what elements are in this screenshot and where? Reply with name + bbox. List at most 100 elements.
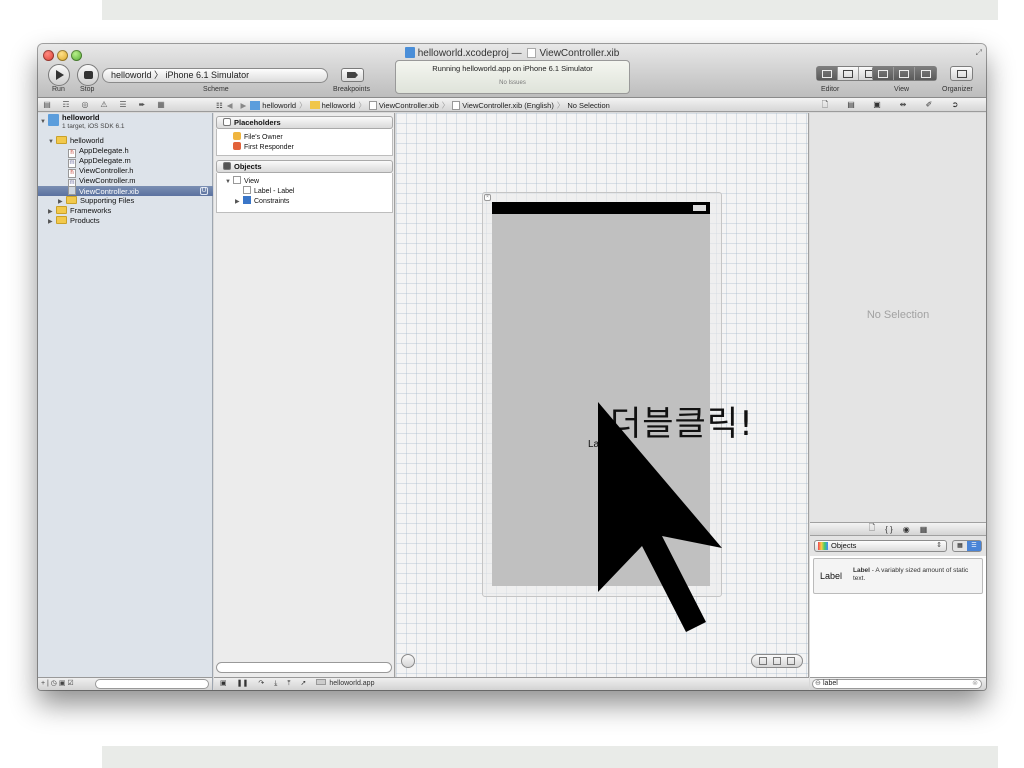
clear-filter-icon[interactable]: ⊗ [972, 680, 978, 688]
location-icon[interactable]: ➚ [300, 678, 306, 690]
tree-row-file[interactable]: m AppDelegate.m [38, 156, 213, 168]
tree-row-group[interactable]: ▶ Supporting Files [38, 196, 213, 206]
pause-icon[interactable]: ❚❚ [237, 678, 249, 690]
quick-help-icon[interactable]: ▤ [846, 100, 856, 109]
tree-row-file-selected[interactable]: ViewController.xib U [38, 186, 213, 196]
project-file-icon [404, 47, 415, 58]
debug-navigator-icon[interactable]: ☰ [118, 100, 128, 109]
crumb-file[interactable]: ViewController.xib [379, 101, 439, 110]
align-icon[interactable] [759, 657, 767, 665]
tree-row-group[interactable]: ▶ Products [38, 216, 213, 226]
disclosure-closed-icon[interactable]: ▶ [48, 217, 56, 227]
standard-editor-button[interactable] [817, 67, 838, 80]
issue-navigator-icon[interactable]: ⚠ [99, 100, 109, 109]
related-items-icon[interactable]: ☷ [216, 101, 223, 110]
connections-inspector-icon[interactable]: ➲ [950, 100, 960, 109]
run-label: Run [52, 86, 65, 93]
navigator-footer-buttons[interactable]: + | ◷ ▣ ☑ [41, 680, 74, 687]
assistant-editor-button[interactable] [838, 67, 859, 80]
back-button[interactable]: ◀ [227, 101, 233, 110]
debug-app[interactable]: helloworld.app [316, 678, 374, 690]
crumb-localization[interactable]: ViewController.xib (English) [462, 101, 554, 110]
disclosure-open-icon[interactable]: ▼ [225, 177, 233, 187]
title-project: helloworld.xcodeproj [417, 48, 509, 59]
outline-filter-field[interactable] [216, 662, 392, 673]
tree-row-file[interactable]: h AppDelegate.h [38, 146, 213, 158]
tree-row-group[interactable]: ▼ helloworld [38, 136, 213, 146]
symbol-navigator-icon[interactable]: ☶ [61, 100, 71, 109]
breakpoints-button[interactable] [341, 68, 364, 82]
chevron-right-icon: 〉 [299, 100, 307, 110]
top-backdrop-bar [102, 0, 998, 20]
file-template-library-icon[interactable]: 🗋 [869, 522, 875, 536]
outline-item-first-responder[interactable]: First Responder [217, 142, 392, 152]
outline-item-files-owner[interactable]: File's Owner [217, 132, 392, 142]
xib-file-icon [527, 48, 537, 58]
library-filter-field[interactable]: ⊖ label ⊗ [812, 679, 982, 689]
view-segmented-control [872, 66, 937, 81]
size-inspector-icon[interactable]: ✐ [924, 100, 934, 109]
placeholders-section: File's Owner First Responder [216, 129, 393, 156]
disclosure-closed-icon[interactable]: ▶ [235, 197, 243, 207]
attributes-inspector-icon[interactable]: ⇹ [898, 100, 908, 109]
step-out-icon[interactable]: ⤒ [287, 678, 290, 690]
stop-button[interactable] [77, 64, 99, 86]
group-name: Frameworks [70, 206, 112, 215]
battery-icon [693, 205, 706, 211]
disclosure-open-icon[interactable]: ▼ [40, 118, 48, 126]
fullscreen-arrows-icon[interactable]: ⤢ [976, 48, 982, 58]
file-inspector-icon[interactable]: 🗋 [820, 100, 830, 109]
step-into-icon[interactable]: ⤓ [274, 678, 277, 690]
list-view-icon[interactable]: ☰ [967, 541, 981, 551]
scheme-label: Scheme [203, 86, 229, 93]
crumb-selection[interactable]: No Selection [567, 101, 610, 110]
tree-row-project[interactable]: ▼ helloworld 1 target, iOS SDK 6.1 [38, 114, 213, 132]
library-category-popup[interactable]: Objects ⇕ [814, 540, 947, 552]
grid-view-icon[interactable]: ▦ [953, 541, 967, 551]
inspector-selector-bar: 🗋 ▤ ▣ ⇹ ✐ ➲ [820, 100, 960, 109]
outline-item-label-object[interactable]: Label - Label [217, 186, 392, 196]
crumb-group[interactable]: helloworld [322, 101, 356, 110]
tree-row-group[interactable]: ▶ Frameworks [38, 206, 213, 216]
placeholders-section-header[interactable]: Placeholders [216, 116, 393, 129]
forward-button[interactable]: ▶ [241, 101, 247, 110]
pin-icon[interactable] [773, 657, 781, 665]
toggle-debug-area-button[interactable] [894, 67, 915, 80]
resolve-icon[interactable] [787, 657, 795, 665]
navigator-panel-icon [878, 69, 888, 78]
organizer-control [950, 66, 973, 81]
file-name: ViewController.h [79, 166, 134, 175]
toggle-navigator-button[interactable] [873, 67, 894, 80]
outline-item-view[interactable]: ▼ View [217, 176, 392, 186]
media-library-icon[interactable]: ▦ [920, 525, 928, 534]
outline-toggle-button[interactable] [401, 654, 415, 668]
log-navigator-icon[interactable]: ▦ [156, 100, 166, 109]
toggle-utilities-button[interactable] [915, 67, 936, 80]
project-navigator-icon[interactable]: ▤ [42, 100, 52, 109]
navigator-filter-field[interactable] [95, 679, 209, 689]
code-snippet-library-icon[interactable]: { } [885, 525, 893, 534]
scene-close-icon[interactable]: × [484, 194, 491, 201]
search-navigator-icon[interactable]: ◎ [80, 100, 90, 109]
run-button[interactable] [48, 64, 70, 86]
outline-item-constraints[interactable]: ▶ Constraints [217, 196, 392, 206]
crumb-project[interactable]: helloworld [262, 101, 296, 110]
view-icon [233, 176, 241, 184]
debug-panel-icon [899, 69, 909, 78]
organizer-button[interactable] [951, 67, 972, 80]
identity-inspector-icon[interactable]: ▣ [872, 100, 882, 109]
tree-row-file[interactable]: h ViewController.h [38, 166, 213, 178]
objects-section-header[interactable]: Objects [216, 160, 393, 173]
library-item-label[interactable]: Label Label - A variably sized amount of… [813, 558, 983, 594]
outline-item-label: First Responder [244, 144, 294, 151]
tree-row-file[interactable]: m ViewController.m [38, 176, 213, 188]
breakpoint-navigator-icon[interactable]: ➨ [137, 100, 147, 109]
scheme-popup[interactable]: helloworld 〉 iPhone 6.1 Simulator [102, 68, 328, 83]
title-document: ViewController.xib [539, 48, 620, 59]
hide-debug-area-icon[interactable]: ▣ [220, 678, 227, 690]
xib-file-icon [68, 186, 76, 195]
object-library-icon[interactable]: ◉ [903, 525, 910, 534]
first-responder-icon [233, 142, 241, 150]
window-title: helloworld.xcodeproj — ViewController.xi… [38, 47, 986, 59]
step-over-icon[interactable]: ↷ [258, 678, 264, 690]
